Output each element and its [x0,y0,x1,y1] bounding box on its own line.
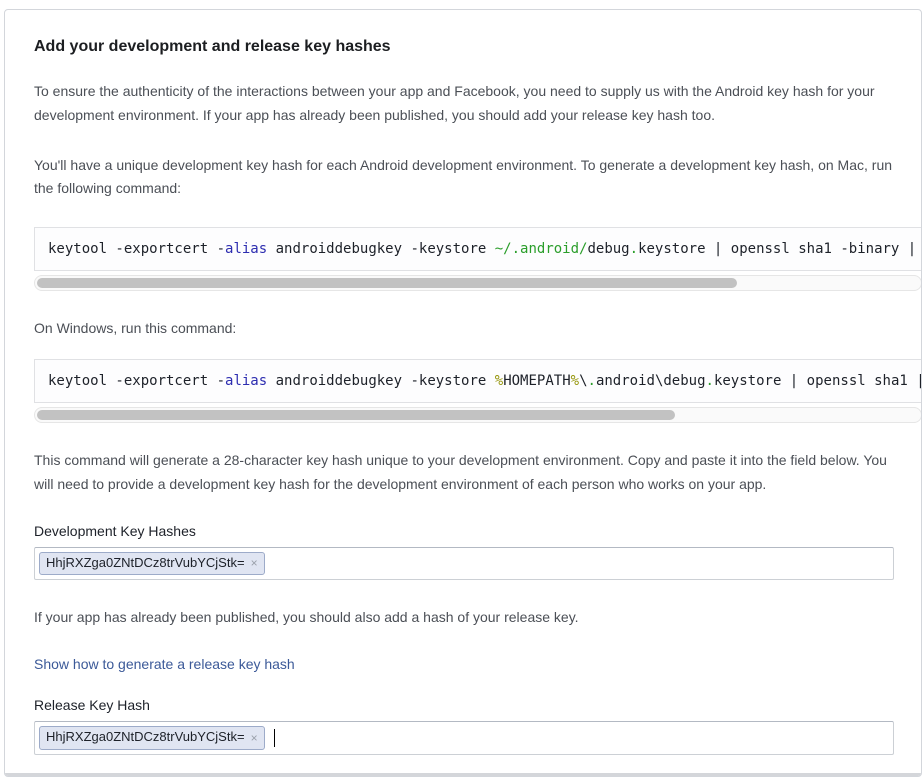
windows-instructions-paragraph: On Windows, run this command: [34,317,892,341]
card-content: Add your development and release key has… [5,10,921,777]
bottom-divider [5,773,921,776]
remove-release-hash-icon[interactable]: × [251,732,258,744]
show-release-key-hash-link[interactable]: Show how to generate a release key hash [34,656,295,672]
published-note-paragraph: If your app has already been published, … [34,606,892,630]
windows-scrollbar-thumb[interactable] [37,410,675,420]
development-key-hashes-label: Development Key Hashes [34,523,892,539]
windows-command-block: keytool -exportcert -alias androiddebugk… [34,359,922,423]
mac-command-scrollbar[interactable] [34,275,922,291]
windows-command-code[interactable]: keytool -exportcert -alias androiddebugk… [34,359,922,403]
release-key-hash-input[interactable]: HhjRXZga0ZNtDCz8trVubYCjStk= × [34,721,894,755]
release-key-hash-label: Release Key Hash [34,697,892,713]
mac-instructions-paragraph: You'll have a unique development key has… [34,154,892,202]
remove-development-hash-icon[interactable]: × [251,557,258,569]
text-cursor [274,729,275,747]
hash-explanation-paragraph: This command will generate a 28-characte… [34,449,892,497]
mac-command-code[interactable]: keytool -exportcert -alias androiddebugk… [34,227,922,271]
release-key-hash-chip: HhjRXZga0ZNtDCz8trVubYCjStk= × [39,726,265,750]
page-title: Add your development and release key has… [34,38,892,56]
release-key-hash-value: HhjRXZga0ZNtDCz8trVubYCjStk= [46,729,245,746]
windows-command-scrollbar[interactable] [34,407,922,423]
development-key-hash-chip: HhjRXZga0ZNtDCz8trVubYCjStk= × [39,552,265,576]
development-key-hash-value: HhjRXZga0ZNtDCz8trVubYCjStk= [46,555,245,572]
mac-scrollbar-thumb[interactable] [37,278,737,288]
development-key-hashes-input[interactable]: HhjRXZga0ZNtDCz8trVubYCjStk= × [34,547,894,581]
intro-paragraph: To ensure the authenticity of the intera… [34,80,892,128]
setup-card: Add your development and release key has… [4,9,922,777]
mac-command-block: keytool -exportcert -alias androiddebugk… [34,227,922,291]
